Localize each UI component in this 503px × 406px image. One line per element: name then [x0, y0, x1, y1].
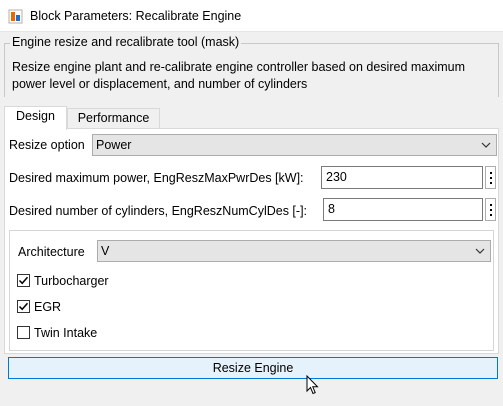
mask-description: Resize engine plant and re-calibrate eng…: [12, 60, 466, 91]
design-panel: Resize option Power Desired maximum powe…: [4, 128, 499, 354]
tab-design[interactable]: Design: [4, 106, 67, 130]
title-bar[interactable]: Block Parameters: Recalibrate Engine: [0, 0, 503, 32]
architecture-value: V: [101, 244, 110, 258]
tab-design-label: Design: [16, 109, 55, 123]
turbocharger-label: Turbocharger: [34, 274, 109, 288]
checkmark-icon: [18, 302, 29, 311]
tab-performance[interactable]: Performance: [67, 108, 160, 129]
mask-type-label: Engine resize and recalibrate tool (mask…: [10, 35, 242, 49]
resize-engine-button[interactable]: Resize Engine: [8, 357, 498, 379]
window-title: Block Parameters: Recalibrate Engine: [30, 9, 242, 23]
twin-intake-label: Twin Intake: [34, 326, 98, 340]
max-power-menu-button[interactable]: [485, 166, 496, 189]
tab-performance-label: Performance: [77, 111, 150, 125]
resize-option-value: Power: [96, 138, 132, 152]
architecture-label: Architecture: [18, 245, 85, 259]
egr-label: EGR: [34, 300, 62, 314]
checkmark-icon: [18, 276, 29, 285]
resize-engine-button-label: Resize Engine: [212, 361, 294, 375]
chevron-down-icon: [475, 248, 485, 254]
num-cylinders-label: Desired number of cylinders, EngReszNumC…: [9, 204, 308, 218]
tab-bar: Design Performance: [4, 106, 499, 130]
num-cylinders-value: 8: [328, 202, 335, 216]
num-cylinders-input[interactable]: 8: [323, 198, 483, 221]
turbocharger-checkbox[interactable]: [17, 274, 30, 287]
twin-intake-checkbox[interactable]: [17, 326, 30, 339]
engine-configuration-group: Architecture V Turbocharger EGR Twin Int…: [9, 230, 494, 351]
num-cylinders-menu-button[interactable]: [485, 198, 496, 221]
resize-option-select[interactable]: Power: [92, 134, 497, 156]
mouse-pointer-icon: [306, 375, 319, 395]
architecture-select[interactable]: V: [97, 240, 491, 262]
simulink-block-icon: [8, 9, 23, 24]
egr-checkbox[interactable]: [17, 300, 30, 313]
resize-option-label: Resize option: [9, 138, 85, 152]
chevron-down-icon: [481, 142, 491, 148]
max-power-input[interactable]: 230: [321, 166, 483, 189]
max-power-value: 230: [326, 170, 347, 184]
max-power-label: Desired maximum power, EngReszMaxPwrDes …: [9, 171, 304, 185]
